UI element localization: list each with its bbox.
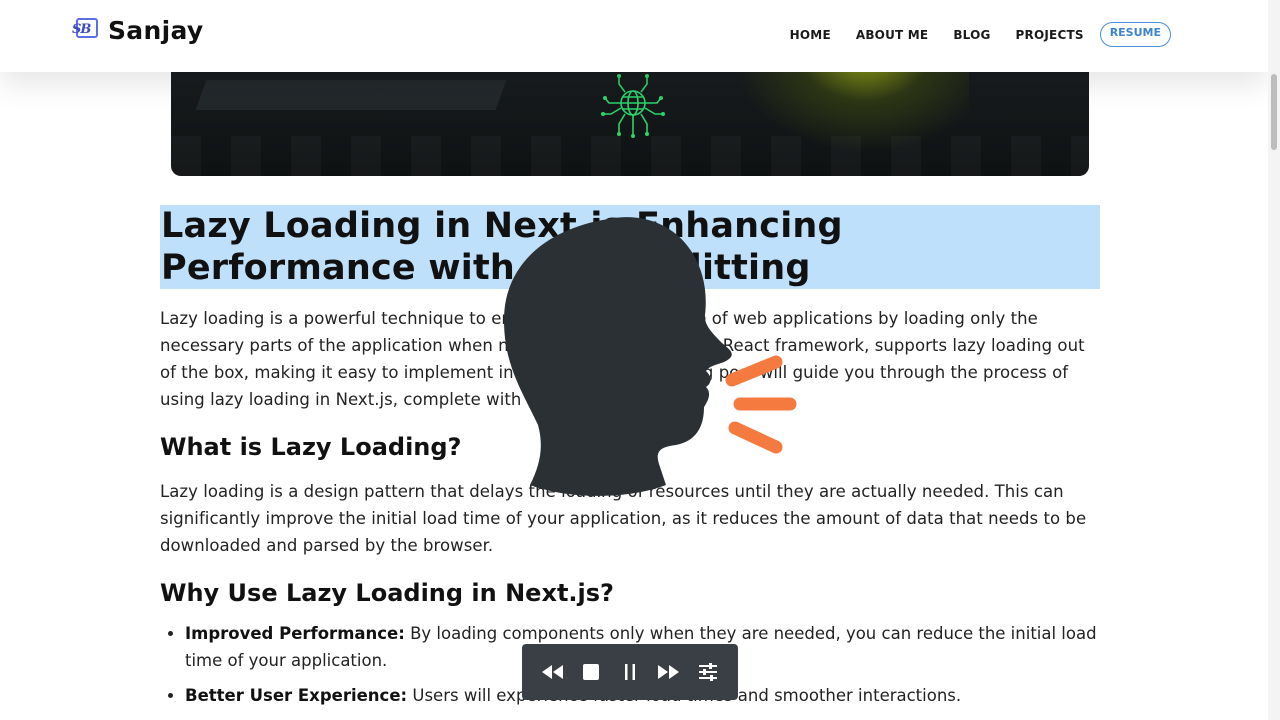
speaking-head-icon [504,217,797,496]
section-heading-why-use: Why Use Lazy Loading in Next.js? [160,579,614,607]
nav-projects[interactable]: PROJECTS [1016,23,1084,47]
audio-player-controls [522,644,738,700]
page-scrollbar[interactable] [1268,0,1280,720]
site-header: SB Sanjay HOME ABOUT ME BLOG PROJECTS RE… [0,0,1268,72]
pause-button[interactable] [617,659,643,685]
stop-icon [582,664,599,680]
rewind-button[interactable] [539,659,565,685]
fast-forward-button[interactable] [656,659,682,685]
main-nav: HOME ABOUT ME BLOG PROJECTS RESUME [765,22,1171,47]
settings-sliders-icon [699,663,718,681]
resume-button[interactable]: RESUME [1099,22,1171,47]
settings-button[interactable] [695,659,721,685]
nav-blog[interactable]: BLOG [953,23,990,47]
site-logo[interactable]: SB Sanjay [70,16,203,45]
fast-forward-icon [658,665,680,679]
site-name: Sanjay [108,16,204,45]
logo-mark-icon: SB [70,17,100,44]
pause-icon [624,664,635,680]
nav-home[interactable]: HOME [790,23,831,47]
scrollbar-thumb[interactable] [1271,74,1277,150]
rewind-icon [541,665,563,679]
circuit-globe-icon [601,74,665,138]
nav-about-me[interactable]: ABOUT ME [856,23,928,47]
stop-button[interactable] [578,659,604,685]
